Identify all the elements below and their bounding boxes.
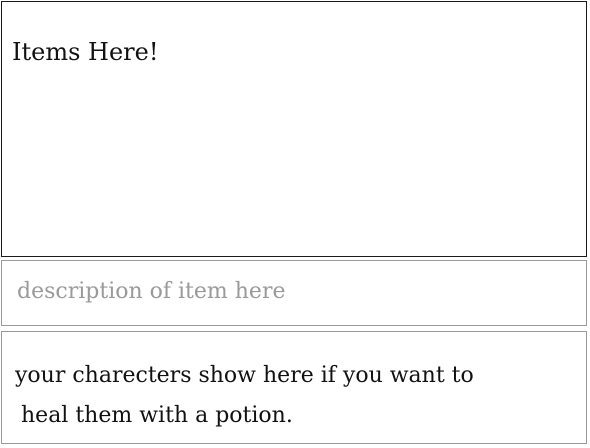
characters-instruction-line-1: your charecters show here if you want to — [15, 363, 474, 388]
item-description-panel: description of item here — [1, 260, 587, 326]
characters-instruction-line-2: heal them with a potion. — [21, 403, 293, 428]
items-title: Items Here! — [12, 38, 159, 66]
items-panel: Items Here! — [1, 1, 587, 257]
item-description-text: description of item here — [17, 279, 286, 304]
characters-instruction: your charecters show here if you want to… — [15, 356, 575, 436]
characters-panel: your charecters show here if you want to… — [1, 331, 587, 444]
